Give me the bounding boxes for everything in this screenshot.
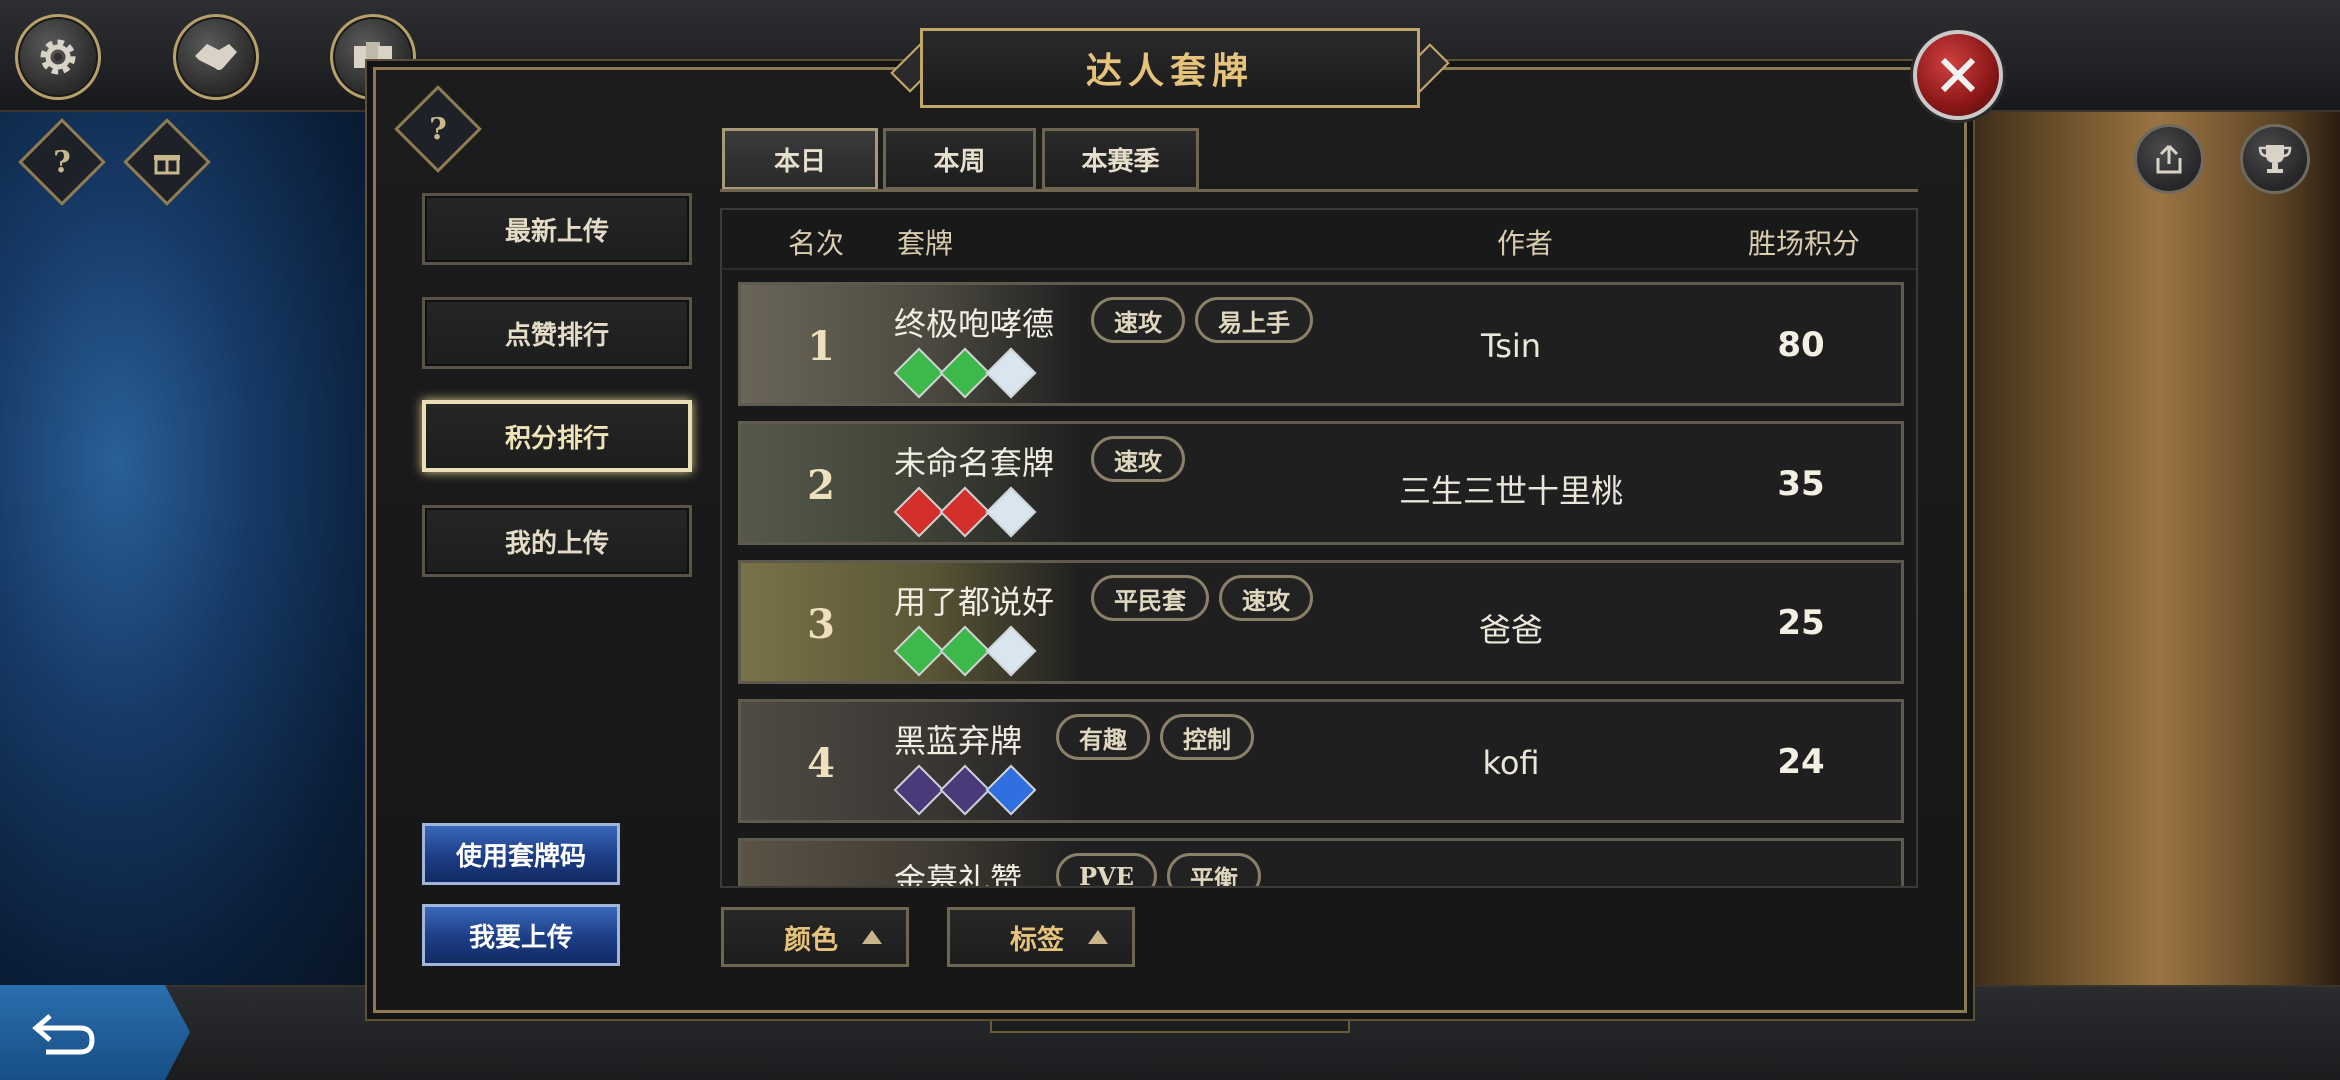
tab-season[interactable]: 本赛季 xyxy=(1042,128,1199,190)
purple-gem-icon xyxy=(893,764,945,816)
gear-icon xyxy=(40,39,76,75)
table-header: 名次 套牌 作者 胜场积分 xyxy=(722,210,1916,270)
table-row[interactable]: 金墓礼赞 PVE 平衡 xyxy=(738,838,1904,888)
trophy-icon xyxy=(2258,145,2292,173)
trophy-button[interactable] xyxy=(2240,124,2310,194)
deck-tag: 平民套 xyxy=(1091,575,1209,621)
gift-icon xyxy=(139,134,195,190)
deck-name: 用了都说好 xyxy=(894,583,1055,621)
deck-name: 黑蓝弃牌 xyxy=(894,722,1023,760)
close-button[interactable] xyxy=(1913,30,2003,120)
tab-today[interactable]: 本日 xyxy=(722,128,878,190)
deck-tag: 速攻 xyxy=(1091,297,1185,343)
author: 爸爸 xyxy=(1478,611,1543,649)
caret-up-icon xyxy=(862,930,882,944)
score: 25 xyxy=(1777,603,1825,643)
red-gem-icon xyxy=(939,486,991,538)
header-author: 作者 xyxy=(1497,227,1554,260)
blue-gem-icon xyxy=(985,764,1037,816)
score: 35 xyxy=(1777,464,1825,504)
rank: 3 xyxy=(807,601,835,648)
tab-divider xyxy=(720,189,1918,192)
panel-title: 达人套牌 xyxy=(920,28,1420,108)
handshake-button[interactable] xyxy=(173,14,259,100)
green-gem-icon xyxy=(939,625,991,677)
background-right xyxy=(1940,110,2340,990)
question-icon: ? xyxy=(429,111,447,147)
deck-tag: 易上手 xyxy=(1195,297,1313,343)
table-row[interactable]: 4 黑蓝弃牌 有趣 控制 kofi 24 xyxy=(738,699,1904,823)
handshake-icon xyxy=(195,44,237,70)
menu-score-ranking[interactable]: 积分排行 xyxy=(422,400,692,472)
rank: 2 xyxy=(807,462,835,509)
score: 80 xyxy=(1777,325,1825,365)
settings-button[interactable] xyxy=(15,14,101,100)
deck-tag: 有趣 xyxy=(1056,714,1150,760)
caret-up-icon xyxy=(1088,930,1108,944)
deck-tag: 速攻 xyxy=(1219,575,1313,621)
green-gem-icon xyxy=(893,347,945,399)
share-button[interactable] xyxy=(2134,124,2204,194)
purple-gem-icon xyxy=(939,764,991,816)
use-deck-code-button[interactable]: 使用套牌码 xyxy=(422,823,620,885)
color-filter-label: 颜色 xyxy=(784,924,838,956)
deck-tag: 速攻 xyxy=(1091,436,1185,482)
white-gem-icon xyxy=(985,486,1037,538)
deck-table[interactable]: 名次 套牌 作者 胜场积分 1 终极咆哮德 速攻 易上手 Tsin 80 2 未… xyxy=(720,208,1918,888)
deck-tag: 平衡 xyxy=(1166,853,1261,886)
author: Tsin xyxy=(1480,327,1542,365)
question-icon: ? xyxy=(53,144,71,180)
deck-tag: 控制 xyxy=(1160,714,1254,760)
background-left xyxy=(0,110,390,990)
green-gem-icon xyxy=(893,625,945,677)
deck-name: 未命名套牌 xyxy=(894,444,1055,482)
back-arrow-icon xyxy=(32,1013,95,1054)
rank: 4 xyxy=(807,740,835,787)
upload-button[interactable]: 我要上传 xyxy=(422,904,620,966)
back-button[interactable] xyxy=(0,985,190,1080)
share-icon xyxy=(2156,144,2182,174)
menu-latest-upload[interactable]: 最新上传 xyxy=(422,193,692,265)
deck-name: 金墓礼赞 xyxy=(894,861,1023,888)
header-score: 胜场积分 xyxy=(1748,227,1861,260)
header-deck: 套牌 xyxy=(897,227,954,260)
table-row[interactable]: 1 终极咆哮德 速攻 易上手 Tsin 80 xyxy=(738,282,1904,406)
table-row[interactable]: 3 用了都说好 平民套 速攻 爸爸 25 xyxy=(738,560,1904,684)
green-gem-icon xyxy=(939,347,991,399)
table-row[interactable]: 2 未命名套牌 速攻 三生三世十里桃 35 xyxy=(738,421,1904,545)
header-rank: 名次 xyxy=(788,227,845,260)
menu-my-uploads[interactable]: 我的上传 xyxy=(422,505,692,577)
tag-filter-button[interactable]: 标签 xyxy=(947,907,1135,967)
white-gem-icon xyxy=(985,625,1037,677)
red-gem-icon xyxy=(893,486,945,538)
deck-tag: PVE xyxy=(1056,853,1157,886)
deck-name: 终极咆哮德 xyxy=(894,305,1055,343)
score: 24 xyxy=(1777,742,1825,782)
rank: 1 xyxy=(807,323,835,370)
author: 三生三世十里桃 xyxy=(1398,472,1623,510)
menu-likes-ranking[interactable]: 点赞排行 xyxy=(422,297,692,369)
tag-filter-label: 标签 xyxy=(1010,924,1064,956)
white-gem-icon xyxy=(985,347,1037,399)
author: kofi xyxy=(1482,744,1540,782)
close-icon xyxy=(1940,57,1976,93)
color-filter-button[interactable]: 颜色 xyxy=(721,907,909,967)
tab-week[interactable]: 本周 xyxy=(883,128,1036,190)
